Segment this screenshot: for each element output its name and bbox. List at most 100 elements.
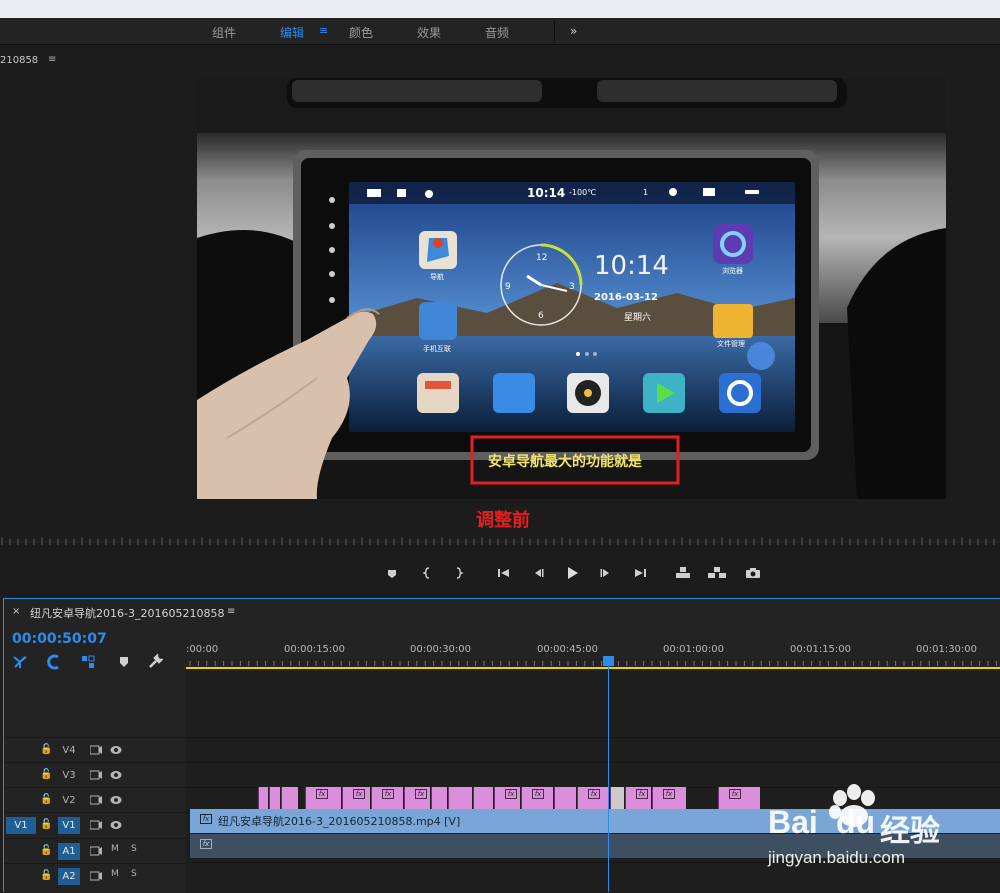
v2-clip[interactable]: fx	[521, 787, 553, 811]
sync-lock-icon[interactable]	[90, 795, 102, 805]
extract-icon	[708, 567, 726, 578]
eye-icon[interactable]	[110, 794, 122, 806]
sync-lock-icon[interactable]	[90, 745, 102, 755]
lock-icon[interactable]: 🔓	[40, 769, 52, 780]
lock-icon[interactable]: 🔓	[40, 845, 52, 856]
mark-out-button[interactable]	[449, 566, 469, 586]
clock-num-6: 6	[538, 311, 544, 321]
track-label[interactable]: V4	[58, 742, 80, 759]
monitor-scrub-ruler[interactable]	[0, 536, 1000, 548]
eye-icon[interactable]	[110, 769, 122, 781]
video-frame[interactable]: 10:14 -100℃ 1 12 3 6 9 10:14 2016-03-12	[197, 78, 946, 499]
tab-audio[interactable]: 音频	[485, 24, 509, 41]
monitor-menu-icon[interactable]: ≡	[48, 54, 56, 65]
v2-clip[interactable]	[281, 787, 298, 811]
sequence-menu-icon[interactable]: ≡	[227, 606, 235, 617]
sync-lock-icon[interactable]	[90, 820, 102, 830]
lock-icon[interactable]: 🔓	[40, 870, 52, 881]
track-label[interactable]: V1	[58, 817, 80, 834]
track-label[interactable]: V2	[58, 792, 80, 809]
step-forward-button[interactable]	[596, 566, 616, 586]
snap-insert-overwrite-icon[interactable]	[12, 654, 28, 670]
v2-clip[interactable]	[258, 787, 268, 811]
mic-button-icon	[747, 342, 775, 370]
close-sequence-icon[interactable]: ×	[12, 606, 20, 617]
track-label[interactable]: A1	[58, 843, 80, 860]
tab-effects[interactable]: 效果	[417, 24, 441, 41]
tab-editing[interactable]: 编辑	[280, 24, 304, 41]
v2-clip[interactable]: fx	[404, 787, 430, 811]
browser-app-icon	[713, 224, 753, 264]
v2-clip[interactable]: fx	[494, 787, 520, 811]
browser-app-label: 浏览器	[722, 266, 743, 275]
step-back-button[interactable]	[528, 566, 548, 586]
v2-clip[interactable]	[431, 787, 447, 811]
play-button[interactable]	[562, 566, 582, 586]
add-marker-icon[interactable]	[116, 654, 132, 670]
fx-badge: fx	[588, 789, 600, 799]
playhead-line[interactable]	[608, 662, 609, 892]
add-marker-button[interactable]	[382, 566, 402, 586]
sync-lock-icon[interactable]	[90, 871, 102, 881]
sync-lock-icon[interactable]	[90, 846, 102, 856]
v2-clip[interactable]: fx	[652, 787, 686, 811]
v2-clip[interactable]: fx	[342, 787, 370, 811]
track-v2-header: 🔓 V2	[4, 787, 186, 811]
lock-icon[interactable]: 🔓	[40, 794, 52, 805]
timeline-ruler[interactable]: :00:00 00:00:15:00 00:00:30:00 00:00:45:…	[186, 637, 1000, 671]
export-frame-button[interactable]	[743, 566, 763, 586]
mark-in-button[interactable]	[417, 566, 437, 586]
playhead-timecode[interactable]: 00:00:50:07	[12, 631, 107, 647]
ruler-label: 00:01:15:00	[790, 644, 852, 655]
ruler-label: :00:00	[186, 644, 219, 655]
work-area-bar	[186, 667, 1000, 669]
v2-clip[interactable]: fx	[577, 787, 609, 811]
workspace-overflow-icon[interactable]: »	[570, 24, 577, 38]
screen-back-icon	[367, 189, 381, 197]
wrench-icon[interactable]	[147, 654, 163, 670]
v2-clip[interactable]: fx	[718, 787, 760, 811]
solo-button[interactable]: S	[131, 869, 137, 879]
snap-magnet-icon[interactable]	[46, 654, 62, 670]
ruler-label: 00:00:30:00	[410, 644, 472, 655]
go-to-out-button[interactable]	[630, 566, 650, 586]
sync-lock-icon[interactable]	[90, 770, 102, 780]
files-app-icon	[713, 304, 753, 338]
v2-clip[interactable]: fx	[371, 787, 403, 811]
mute-button[interactable]: M	[111, 844, 119, 854]
track-label[interactable]: V3	[58, 767, 80, 784]
v2-clip[interactable]	[269, 787, 280, 811]
go-to-out-icon	[635, 569, 646, 577]
linked-selection-icon[interactable]	[80, 654, 96, 670]
v2-clip-selected[interactable]	[610, 787, 624, 811]
solo-button[interactable]: S	[131, 844, 137, 854]
v2-clip[interactable]: fx	[625, 787, 651, 811]
v2-clip[interactable]	[448, 787, 472, 811]
screen-home-icon	[397, 189, 406, 197]
lock-icon[interactable]: 🔓	[40, 744, 52, 755]
extract-button[interactable]	[707, 566, 727, 586]
v2-clip[interactable]	[473, 787, 493, 811]
workspace-menu-icon[interactable]: ≡	[319, 24, 328, 37]
fx-badge: fx	[353, 789, 365, 799]
settings-app-icon	[719, 373, 761, 413]
eye-icon[interactable]	[110, 744, 122, 756]
v2-clip[interactable]	[554, 787, 576, 811]
jingyan-text: 经验	[880, 814, 940, 849]
track-label[interactable]: A2	[58, 868, 80, 885]
eye-icon[interactable]	[110, 819, 122, 831]
mute-button[interactable]: M	[111, 869, 119, 879]
lift-button[interactable]	[673, 566, 693, 586]
lift-icon	[676, 567, 690, 578]
tab-assembly[interactable]: 组件	[212, 24, 236, 41]
sequence-tab[interactable]: 纽凡安卓导航2016-3_201605210858	[30, 605, 224, 621]
tab-color[interactable]: 颜色	[349, 24, 373, 41]
go-to-in-button[interactable]	[494, 566, 514, 586]
v2-clip[interactable]: fx	[305, 787, 341, 811]
mark-in-icon	[422, 567, 430, 579]
source-patch-v1[interactable]: V1	[6, 817, 36, 834]
video-caption: 安卓导航最大的功能就是	[488, 453, 643, 470]
workspace-bar: 组件 编辑 ≡ 颜色 效果 音频 »	[0, 18, 1000, 45]
phone-link-app-label: 手机互联	[423, 344, 451, 353]
lock-icon[interactable]: 🔓	[40, 819, 52, 830]
